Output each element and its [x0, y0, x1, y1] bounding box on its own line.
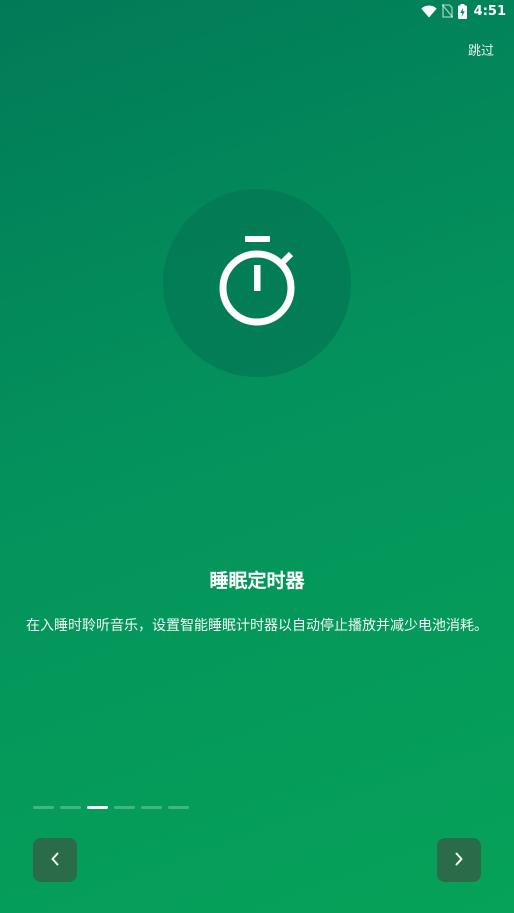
chevron-right-icon: [454, 851, 464, 870]
chevron-left-icon: [50, 851, 60, 870]
skip-button[interactable]: 跳过: [468, 40, 494, 59]
status-bar: 4:51: [0, 0, 514, 22]
battery-charging-icon: [457, 3, 467, 19]
status-time: 4:51: [473, 3, 506, 19]
stopwatch-icon: [211, 231, 303, 329]
pager-dot: [141, 806, 162, 809]
pager-dot-active: [87, 806, 108, 809]
no-sim-icon: [441, 4, 453, 18]
pager-dot: [114, 806, 135, 809]
page-indicator: [33, 806, 189, 809]
page-description: 在入睡时聆听音乐，设置智能睡眠计时器以自动停止播放并减少电池消耗。: [26, 618, 488, 634]
wifi-icon: [420, 4, 437, 18]
pager-dot: [60, 806, 81, 809]
prev-button[interactable]: [33, 838, 77, 882]
page-title: 睡眠定时器: [209, 570, 305, 592]
pager-dot: [33, 806, 54, 809]
onboarding-screen: 4:51 跳过 睡眠定时器 在入睡时聆听音乐，设置智能睡眠计时器以自动停止播放并…: [0, 0, 514, 913]
pager-dot: [168, 806, 189, 809]
next-button[interactable]: [437, 838, 481, 882]
status-icons: 4:51: [420, 2, 506, 20]
